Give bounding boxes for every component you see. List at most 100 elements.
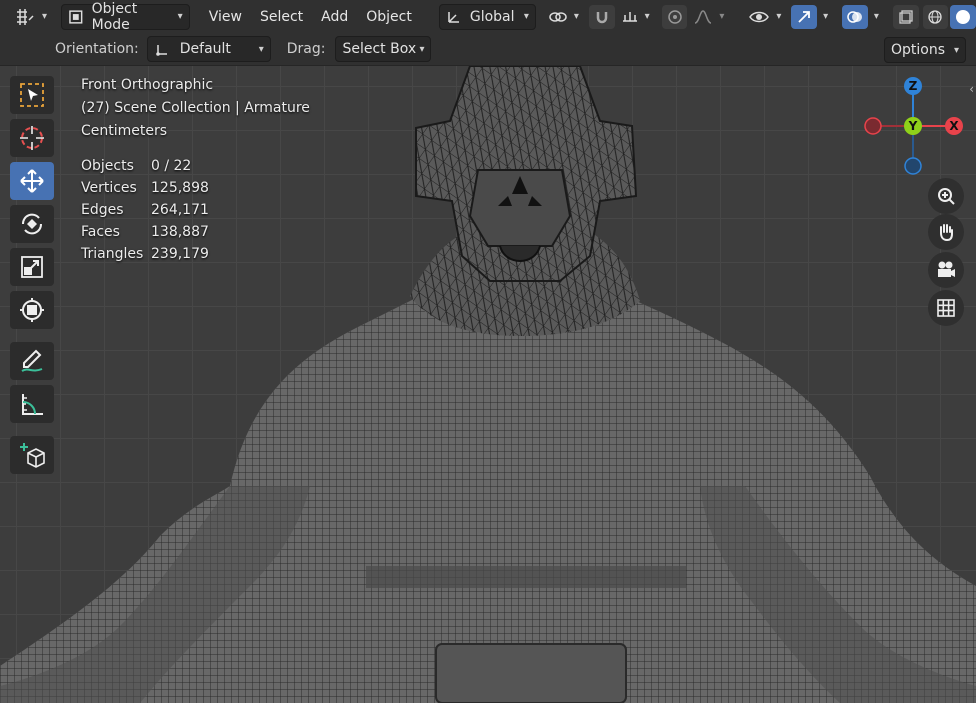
chevron-down-icon[interactable]: ▾	[823, 11, 828, 22]
snap-toggle[interactable]	[588, 4, 615, 29]
xray-toggle[interactable]	[892, 4, 919, 29]
chevron-down-icon: ▾	[953, 44, 959, 56]
stat-label: Objects	[81, 158, 134, 174]
measure-tool[interactable]	[10, 385, 54, 423]
gizmo-arrow-icon	[798, 10, 811, 23]
orientation-label: Global	[469, 8, 515, 25]
stat-value: 0 / 22	[151, 158, 192, 174]
menu-add[interactable]: Add	[312, 9, 357, 25]
snap-increment-icon	[622, 11, 637, 22]
mode-label: Object Mode	[91, 0, 138, 33]
stat-value: 264,171	[151, 202, 209, 218]
move-icon	[20, 169, 44, 193]
object-mode-icon	[69, 9, 83, 24]
rotate-tool[interactable]	[10, 205, 54, 243]
stat-label: Edges	[81, 202, 124, 218]
camera-view-button[interactable]	[928, 252, 964, 288]
drag-value: Select Box	[342, 41, 417, 57]
pivot-point-button[interactable]: ▾	[542, 5, 585, 29]
wireframe-shading-button[interactable]	[922, 4, 949, 29]
stat-row: Edges 264,171	[81, 199, 310, 221]
orientation-label: Orientation:	[55, 41, 139, 57]
chevron-down-icon: ▾	[42, 11, 48, 22]
gizmo-x-label: X	[949, 119, 959, 133]
chevron-down-icon: ▾	[523, 11, 529, 22]
toolbar-divider	[10, 428, 60, 436]
stat-value: 138,887	[151, 224, 209, 240]
stat-row: Triangles 239,179	[81, 243, 310, 265]
add-cube-tool[interactable]	[10, 436, 54, 474]
chevron-down-icon: ▾	[644, 11, 650, 22]
cursor-icon	[20, 126, 44, 150]
mode-dropdown[interactable]: Object Mode ▾	[61, 0, 190, 33]
orientation-gizmo-icon	[155, 45, 167, 56]
proportional-editing-toggle[interactable]	[661, 4, 688, 29]
add-cube-icon	[20, 443, 45, 468]
stat-row: Objects 0 / 22	[81, 155, 310, 177]
collection-info: (27) Scene Collection | Armature	[81, 100, 310, 116]
grid-transform-icon	[17, 8, 34, 25]
falloff-dropdown[interactable]: ▾	[687, 5, 730, 29]
select-box-icon	[20, 83, 44, 107]
zoom-button[interactable]	[928, 178, 964, 214]
falloff-curve-icon	[695, 9, 712, 24]
proportional-icon	[667, 9, 682, 24]
chevron-down-icon: ▾	[719, 11, 725, 22]
stat-label: Faces	[81, 224, 120, 240]
sidebar-toggle-chevron[interactable]: ‹	[969, 82, 974, 96]
gizmo-toggle[interactable]	[791, 4, 818, 29]
chevron-down-icon[interactable]: ▾	[874, 11, 879, 22]
stat-label: Triangles	[81, 246, 144, 262]
menu-select[interactable]: Select	[251, 9, 312, 25]
solid-sphere-icon	[956, 9, 971, 24]
menu-view[interactable]: View	[200, 9, 251, 25]
editor-type-button[interactable]: ▾	[8, 5, 53, 29]
cursor-tool[interactable]	[10, 119, 54, 157]
scale-icon	[21, 256, 43, 278]
gizmo-negative-x[interactable]	[864, 117, 882, 135]
toolbar-divider	[10, 334, 60, 342]
transform-orientation-dropdown[interactable]: Global ▾	[438, 3, 536, 30]
rotate-icon	[21, 213, 43, 235]
options-dropdown[interactable]: Options ▾	[884, 37, 966, 63]
link-icon	[549, 11, 567, 22]
overlay-toggle[interactable]	[842, 4, 868, 29]
stat-row: Faces 138,887	[81, 221, 310, 243]
snap-target-dropdown[interactable]: ▾	[615, 5, 656, 29]
select-box-tool[interactable]	[10, 76, 54, 114]
eye-icon	[749, 11, 770, 22]
chevron-down-icon: ▾	[177, 11, 183, 22]
move-tool[interactable]	[10, 162, 54, 200]
grid-icon	[937, 299, 955, 317]
xray-icon	[899, 9, 913, 24]
visibility-dropdown[interactable]: ▾	[742, 5, 787, 29]
solid-shading-button[interactable]	[950, 4, 976, 29]
stat-row: Vertices 125,898	[81, 177, 310, 199]
chevron-down-icon: ▾	[573, 11, 579, 22]
orientation-dropdown[interactable]: Default ▾	[146, 36, 271, 62]
orientation-axes-icon	[448, 11, 459, 23]
pan-button[interactable]	[928, 214, 964, 250]
overlay-circles-icon	[847, 10, 862, 23]
zoom-magnifier-icon	[938, 188, 955, 205]
stat-label: Vertices	[81, 180, 137, 196]
transform-tool[interactable]	[10, 291, 54, 329]
camera-icon	[938, 261, 955, 277]
view-name: Front Orthographic	[81, 77, 214, 93]
tool-settings-header: Orientation: Default ▾ Drag: Select Box …	[0, 33, 976, 66]
gizmo-negative-z[interactable]	[904, 157, 922, 175]
navigation-gizmo[interactable]: Z X Y	[860, 76, 966, 182]
chevron-down-icon: ▾	[258, 43, 264, 55]
scene-statistics: Objects 0 / 22 Vertices 125,898 Edges 264,1…	[81, 155, 310, 265]
scale-tool[interactable]	[10, 248, 54, 286]
gizmo-z-label: Z	[909, 79, 918, 93]
menu-object[interactable]: Object	[357, 9, 421, 25]
annotate-tool[interactable]	[10, 342, 54, 380]
magnet-icon	[596, 11, 608, 23]
chevron-down-icon: ▾	[776, 11, 782, 22]
ortho-toggle-button[interactable]	[928, 290, 964, 326]
drag-label: Drag:	[286, 41, 326, 57]
units-label: Centimeters	[81, 123, 168, 139]
drag-dropdown[interactable]: Select Box ▾	[335, 36, 432, 62]
transform-icon	[20, 298, 44, 322]
